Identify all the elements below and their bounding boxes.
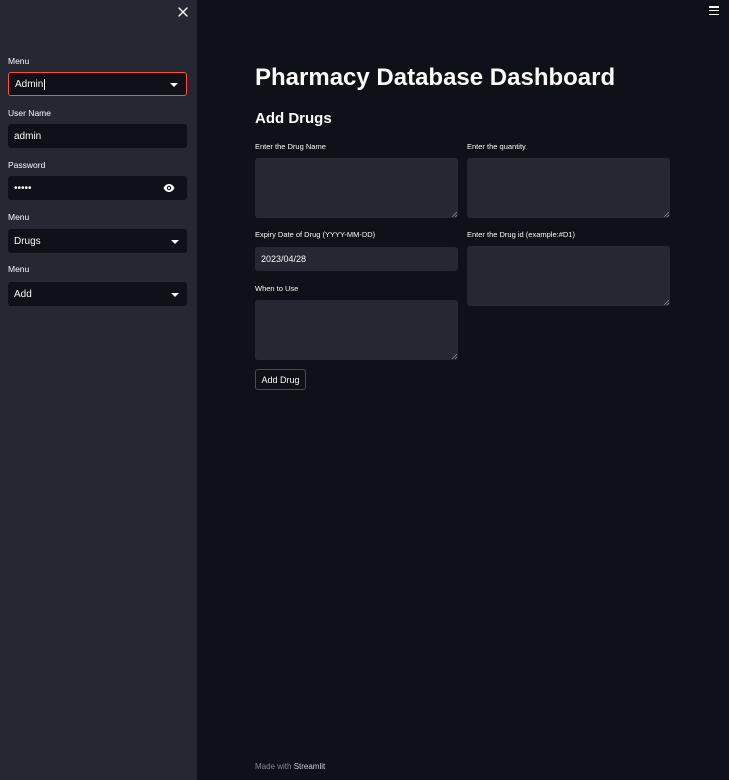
- hamburger-menu-icon[interactable]: [709, 6, 719, 15]
- resize-handle-icon[interactable]: [451, 211, 457, 217]
- chevron-down-icon: [170, 83, 178, 87]
- menu-select-category-value: Drugs: [14, 235, 41, 247]
- page-title: Pharmacy Database Dashboard: [255, 64, 616, 91]
- password-value: •••••: [14, 182, 32, 194]
- chevron-down-icon: [171, 240, 179, 244]
- resize-handle-icon[interactable]: [451, 353, 457, 359]
- sidebar: Menu Admin User Name admin Password ••••…: [0, 0, 197, 780]
- menu-select-role[interactable]: Admin: [8, 72, 187, 96]
- expiry-date-label: Expiry Date of Drug (YYYY-MM-DD): [255, 230, 376, 239]
- when-to-use-label: When to Use: [255, 284, 299, 293]
- eye-icon[interactable]: [163, 182, 175, 194]
- menu-label-3: Menu: [8, 264, 30, 274]
- menu-select-category[interactable]: Drugs: [8, 229, 187, 253]
- username-input[interactable]: admin: [8, 124, 187, 148]
- expiry-date-value: 2023/04/28: [261, 254, 307, 264]
- footer-brand-link[interactable]: Streamlit: [294, 762, 326, 771]
- menu-label-2: Menu: [8, 212, 30, 222]
- resize-handle-icon[interactable]: [663, 211, 669, 217]
- menu-select-value: Admin: [15, 78, 44, 90]
- close-icon[interactable]: [175, 4, 191, 20]
- menu-select-action[interactable]: Add: [8, 282, 187, 306]
- quantity-label: Enter the quantity: [467, 142, 526, 151]
- password-input[interactable]: •••••: [8, 176, 187, 200]
- menu-select-action-value: Add: [14, 288, 32, 300]
- menu-label: Menu: [8, 56, 30, 66]
- quantity-textarea[interactable]: [467, 158, 670, 218]
- section-title: Add Drugs: [255, 110, 332, 127]
- add-drug-button[interactable]: Add Drug: [255, 369, 306, 390]
- drug-name-textarea[interactable]: [255, 158, 458, 218]
- app: Menu Admin User Name admin Password ••••…: [0, 0, 729, 780]
- resize-handle-icon[interactable]: [663, 299, 669, 305]
- username-value: admin: [14, 130, 42, 142]
- drug-id-textarea[interactable]: [467, 246, 670, 306]
- footer-prefix: Made with: [255, 762, 294, 771]
- password-label: Password: [8, 160, 46, 170]
- drug-name-label: Enter the Drug Name: [255, 142, 326, 151]
- text-cursor: [44, 78, 46, 90]
- expiry-date-input[interactable]: 2023/04/28: [255, 247, 458, 271]
- username-label: User Name: [8, 108, 51, 118]
- footer: Made with Streamlit: [255, 762, 325, 771]
- chevron-down-icon: [171, 293, 179, 297]
- when-to-use-textarea[interactable]: [255, 300, 458, 360]
- drug-id-label: Enter the Drug id (example:#D1): [467, 230, 575, 239]
